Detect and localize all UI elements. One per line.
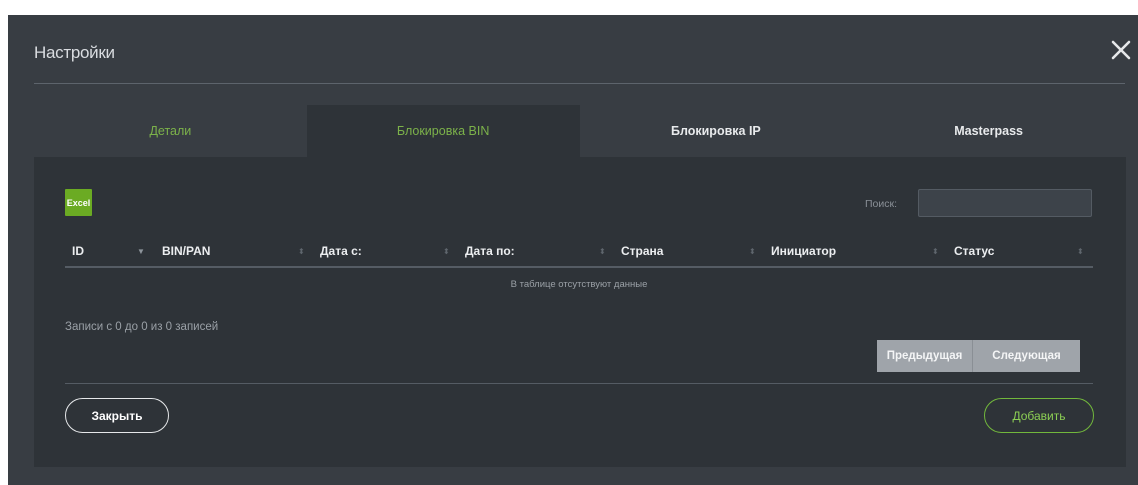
tab-bin-blocking[interactable]: Блокировка BIN — [306, 105, 580, 157]
sort-icon[interactable]: ⬍ — [443, 247, 450, 256]
search-label: Поиск: — [865, 198, 898, 210]
column-header-date-from[interactable]: Дата с: — [320, 244, 362, 258]
sort-icon[interactable]: ⬍ — [298, 247, 305, 256]
table-empty-message: В таблице отсутствуют данные — [510, 279, 648, 290]
add-button[interactable]: Добавить — [984, 398, 1094, 433]
close-icon[interactable] — [1108, 37, 1134, 63]
tab-ip-blocking[interactable]: Блокировка IP — [580, 105, 853, 157]
sort-icon[interactable]: ⬍ — [599, 247, 606, 256]
column-header-date-to[interactable]: Дата по: — [465, 244, 515, 258]
sort-icon[interactable]: ⬍ — [1077, 247, 1084, 256]
column-header-initiator[interactable]: Инициатор — [771, 244, 836, 258]
modal-title: Настройки — [34, 43, 115, 62]
close-button[interactable]: Закрыть — [65, 398, 169, 433]
next-page-button[interactable]: Следующая — [973, 340, 1080, 372]
sort-icon[interactable]: ⬍ — [749, 247, 756, 256]
sort-desc-icon[interactable]: ▼ — [137, 247, 145, 256]
tab-masterpass[interactable]: Masterpass — [852, 105, 1125, 157]
column-header-country[interactable]: Страна — [621, 244, 663, 258]
column-header-status[interactable]: Статус — [954, 244, 994, 258]
column-header-bin-pan[interactable]: BIN/PAN — [162, 244, 210, 258]
table-info: Записи с 0 до 0 из 0 записей — [65, 321, 219, 333]
pagination: Предыдущая Следующая — [877, 340, 1080, 372]
tab-bar: Детали Блокировка BIN Блокировка IP Mast… — [34, 105, 1125, 157]
table-header-divider — [65, 266, 1093, 268]
search-input[interactable] — [918, 189, 1092, 217]
title-divider — [34, 83, 1125, 84]
previous-page-button[interactable]: Предыдущая — [877, 340, 973, 372]
column-header-id[interactable]: ID — [72, 244, 84, 258]
excel-export-button[interactable]: Excel — [65, 189, 92, 216]
sort-icon[interactable]: ⬍ — [932, 247, 939, 256]
table-header: ID ▼ BIN/PAN ⬍ Дата с: ⬍ Дата по: ⬍ Стра… — [65, 237, 1093, 267]
footer-divider — [65, 383, 1093, 384]
tab-details[interactable]: Детали — [34, 105, 307, 157]
bin-blocking-panel: Excel Поиск: ID ▼ BIN/PAN ⬍ Дата с: ⬍ Да… — [34, 157, 1126, 467]
settings-modal: Настройки Детали Блокировка BIN Блокиров… — [8, 15, 1138, 485]
